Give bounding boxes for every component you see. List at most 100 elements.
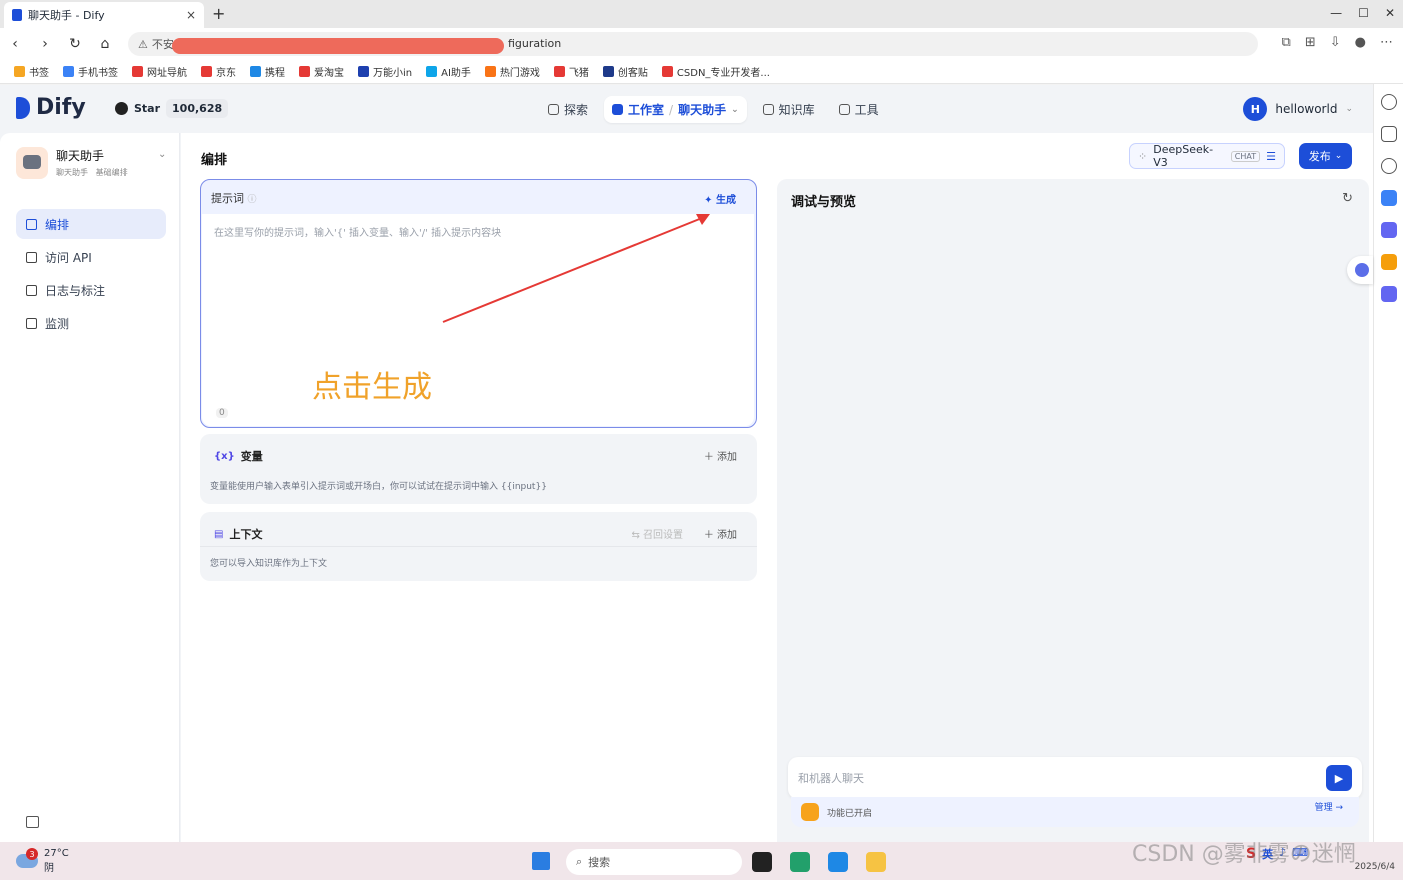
- bookmark-item[interactable]: 书签: [14, 64, 49, 79]
- chevron-down-icon[interactable]: ⌄: [158, 149, 166, 160]
- sidebar-item[interactable]: 编排: [16, 209, 166, 239]
- profile-icon[interactable]: ●: [1355, 35, 1366, 50]
- forward-icon[interactable]: ›: [30, 36, 60, 52]
- nav-studio-label: 工作室: [628, 103, 665, 117]
- close-window-icon[interactable]: ✕: [1385, 6, 1395, 20]
- sidebar-item-label: 编排: [45, 217, 70, 232]
- favorites-icon[interactable]: [1380, 126, 1397, 142]
- github-star-count: 100,628: [166, 99, 229, 118]
- browser-sidebar-rail: [1373, 84, 1403, 844]
- github-icon: [115, 102, 128, 115]
- bookmark-item[interactable]: 万能小in: [358, 64, 412, 79]
- bookmark-icon: [132, 66, 143, 77]
- games-icon[interactable]: [1380, 222, 1397, 238]
- window-controls: — ☐ ✕: [1330, 6, 1395, 20]
- bookmark-item[interactable]: 飞猪: [553, 64, 589, 79]
- bookmark-item[interactable]: 手机书签: [63, 64, 118, 79]
- sidebar-item[interactable]: 监测: [16, 308, 166, 338]
- maximize-icon[interactable]: ☐: [1358, 6, 1369, 20]
- chevron-down-icon: ⌄: [1334, 151, 1343, 161]
- new-tab-button[interactable]: +: [212, 4, 225, 23]
- url-field[interactable]: ⚠ 不安 figuration: [128, 32, 1258, 56]
- help-icon[interactable]: ⓘ: [248, 195, 257, 205]
- bookmark-item[interactable]: CSDN_专业开发者...: [661, 64, 770, 79]
- chat-placeholder: 和机器人聊天: [798, 772, 864, 785]
- model-selector[interactable]: ⁘ DeepSeek-V3 CHAT ☰: [1129, 143, 1285, 169]
- generate-button[interactable]: ✦ 生成: [704, 191, 736, 206]
- variables-header: {x} 变量: [214, 448, 263, 464]
- bookmark-label: 爱淘宝: [314, 68, 344, 79]
- ai-icon[interactable]: [1380, 190, 1397, 206]
- bookmarks-bar: 书签 手机书签 网址导航 京东 携程 爱淘宝 万能小in AI助手 热门游戏 飞猪 创客贴 CSDN_…: [0, 60, 1403, 84]
- bookmark-item[interactable]: 网址导航: [132, 64, 187, 79]
- weather-widget[interactable]: 3 27°C 阴: [16, 848, 69, 874]
- app-info[interactable]: 聊天助手 聊天助手 基础编排 ⌄: [16, 147, 166, 179]
- bookmark-icon: [553, 66, 565, 77]
- home-icon[interactable]: ⌂: [90, 36, 120, 52]
- translate-icon[interactable]: [1380, 286, 1397, 302]
- top-nav: 探索 工作室 / 聊天助手 ⌄ 知识库 工具: [540, 96, 887, 123]
- bookmark-item[interactable]: 热门游戏: [484, 64, 540, 79]
- app-icon[interactable]: [790, 852, 810, 872]
- divider: [200, 546, 757, 547]
- debug-title: 调试与预览: [791, 195, 857, 210]
- minimize-icon[interactable]: —: [1330, 6, 1342, 20]
- sidebar-item[interactable]: 访问 API: [16, 242, 166, 272]
- reload-icon[interactable]: ↻: [60, 36, 90, 52]
- tab-close-icon[interactable]: ×: [186, 8, 196, 22]
- edge-icon[interactable]: [828, 852, 848, 872]
- publish-button[interactable]: 发布 ⌄: [1299, 143, 1352, 169]
- github-star[interactable]: Star 100,628: [115, 99, 229, 118]
- taskbar-search[interactable]: ⌕ 搜索: [566, 849, 742, 875]
- bookmark-item[interactable]: 创客贴: [602, 64, 648, 79]
- manage-features-button[interactable]: 管理 →: [1315, 800, 1343, 813]
- sidebar-item-label: 访问 API: [45, 250, 92, 265]
- taskbar-apps: [752, 852, 886, 872]
- nav-current-app[interactable]: 聊天助手: [678, 101, 726, 118]
- weather-badge: 3: [26, 848, 38, 860]
- bookmark-item[interactable]: AI助手: [426, 64, 471, 79]
- bookmark-item[interactable]: 爱淘宝: [299, 64, 344, 79]
- cloud-icon: 3: [16, 848, 38, 868]
- context-card: ▤ 上下文 ⇆ 召回设置 ＋ 添加 您可以导入知识库作为上下文: [200, 512, 757, 581]
- dify-logo[interactable]: Dify: [16, 95, 86, 120]
- recall-settings-button[interactable]: ⇆ 召回设置: [631, 526, 683, 541]
- nav-knowledge[interactable]: 知识库: [755, 96, 823, 123]
- send-button[interactable]: ▶: [1326, 765, 1352, 791]
- variables-label: 变量: [240, 450, 263, 463]
- nav-studio[interactable]: 工作室 / 聊天助手 ⌄: [604, 96, 747, 123]
- history-icon[interactable]: [1380, 158, 1397, 174]
- bookmark-icon: [426, 66, 438, 77]
- file-explorer-icon[interactable]: [866, 852, 886, 872]
- context-label: 上下文: [229, 528, 263, 541]
- task-view-icon[interactable]: [752, 852, 772, 872]
- bookmark-item[interactable]: 携程: [250, 64, 285, 79]
- layout-icon: [26, 218, 37, 230]
- extensions-icon[interactable]: ⧉: [1282, 35, 1291, 50]
- chat-input[interactable]: 和机器人聊天 ▶: [788, 757, 1362, 799]
- add-variable-button[interactable]: ＋ 添加: [704, 448, 737, 463]
- debug-preview-panel: 调试与预览 ↻ 和机器人聊天 ▶ 功能已开启 管理 →: [777, 179, 1369, 842]
- collapse-sidebar-icon[interactable]: [26, 816, 39, 828]
- user-menu[interactable]: H helloworld ⌄: [1243, 97, 1353, 121]
- prompt-editor[interactable]: 在这里写你的提示词，输入'{' 插入变量、输入'/' 插入提示内容块 点击生成 …: [202, 214, 754, 426]
- windows-start-icon[interactable]: [532, 852, 550, 870]
- collections-icon[interactable]: ⊞: [1305, 35, 1316, 50]
- model-settings-icon[interactable]: ☰: [1266, 150, 1276, 163]
- downloads-icon[interactable]: ⇩: [1330, 35, 1341, 50]
- search-icon[interactable]: [1380, 94, 1397, 110]
- back-icon[interactable]: ‹: [0, 36, 30, 52]
- translate-float-button[interactable]: [1347, 256, 1373, 284]
- nav-tools[interactable]: 工具: [831, 96, 887, 123]
- browser-tab[interactable]: 聊天助手 - Dify ×: [4, 2, 204, 28]
- dify-app: Dify Star 100,628 探索 工作室 / 聊天助手 ⌄ 知识库 工具…: [0, 85, 1373, 842]
- more-icon[interactable]: ⋯: [1380, 35, 1393, 50]
- avatar: H: [1243, 97, 1268, 121]
- sidebar-item[interactable]: 日志与标注: [16, 275, 166, 305]
- toolbox-icon[interactable]: [1380, 254, 1397, 270]
- nav-explore[interactable]: 探索: [540, 96, 596, 123]
- add-context-button[interactable]: ＋ 添加: [704, 526, 737, 541]
- bookmark-item[interactable]: 京东: [201, 64, 236, 79]
- refresh-icon[interactable]: ↻: [1342, 191, 1353, 206]
- github-star-label: Star: [134, 102, 161, 115]
